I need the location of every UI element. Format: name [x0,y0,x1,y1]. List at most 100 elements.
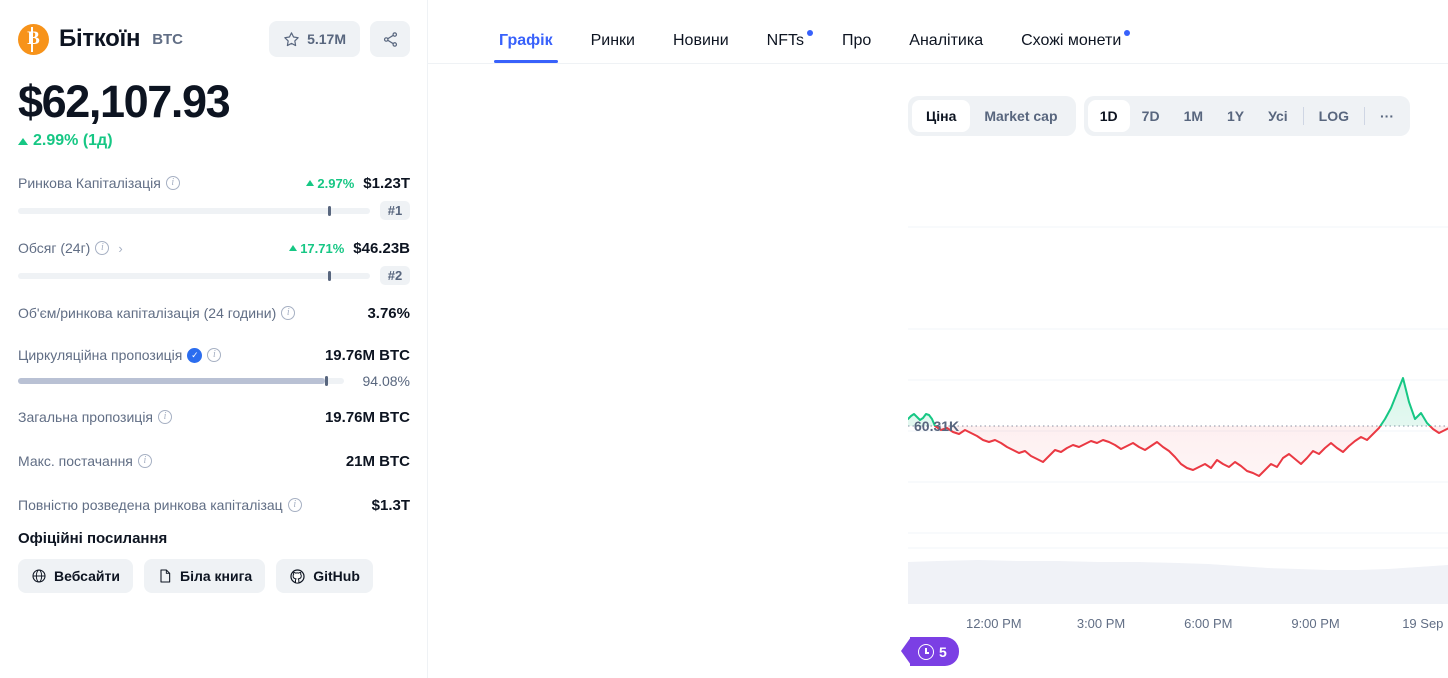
stat-market-cap-value: $1.23T [363,174,410,192]
notification-dot-icon [1124,30,1131,36]
info-icon[interactable]: i [158,410,173,425]
market-cap-rank-bar: #1 [18,201,410,221]
chart-area-down [908,426,1448,476]
stat-circulating-value: 19.76M BTC [324,346,410,364]
reference-price-label: 60.31K [914,418,960,434]
tab-nfts[interactable]: NFTs [748,30,823,63]
history-badge[interactable]: 5 [901,637,959,666]
stat-fdv-value: $1.3T [371,496,410,514]
info-icon[interactable]: i [165,176,180,191]
info-icon[interactable]: i [287,498,302,513]
price-chart[interactable] [908,176,1448,604]
stat-circulating-label: Циркуляційна пропозиція ✓ i [18,347,222,363]
star-icon [284,31,299,46]
chart-gridlines [908,226,1448,549]
price-change: 2.99% (1д) [18,132,410,150]
range-label: 1Y [1227,108,1245,124]
stat-total-supply: Загальна пропозиція i 19.76M BTC [18,406,410,428]
range-log[interactable]: LOG [1307,100,1361,132]
more-icon: ··· [1380,108,1394,124]
stat-fdv: Повністю розведена ринкова капіталізац i… [18,494,410,516]
triangle-up-icon [289,245,298,252]
metric-option-price[interactable]: Ціна [912,100,971,132]
tab-analytics[interactable]: Аналітика [890,32,1002,63]
info-icon[interactable]: i [281,306,296,321]
volume-rank-bar: #2 [18,266,410,286]
metric-selector: Ціна Market cap [908,96,1076,136]
tab-news[interactable]: Новини [654,32,748,63]
stat-max-supply-values: 21M BTC [346,453,410,470]
progress-knob [324,376,328,387]
stat-total-supply-value: 19.76M BTC [324,408,410,426]
website-link-button[interactable]: Вебсайти [18,559,133,594]
verified-badge-icon: ✓ [187,347,203,363]
stat-market-cap-label: Ринкова Капіталізація i [18,175,180,191]
triangle-up-icon [18,137,28,145]
stat-label-text: Об'єм/ринкова капіталізація (24 години) [18,305,277,322]
price-chart-svg [908,226,1448,604]
metric-option-market-cap[interactable]: Market cap [970,100,1071,132]
x-tick: 6:00 PM [1184,616,1233,631]
range-7d[interactable]: 7D [1130,100,1172,132]
stat-total-supply-label: Загальна пропозиція i [18,409,173,426]
info-icon[interactable]: i [207,348,222,363]
stat-label-text: Макс. постачання [18,453,133,470]
watchlist-button[interactable]: 5.17M [269,21,360,57]
notification-dot-icon [806,30,813,36]
coin-price: $62,107.93 [18,76,231,127]
coin-symbol: BTC [152,30,184,48]
info-icon[interactable]: i [137,454,152,469]
share-button[interactable] [370,21,410,57]
progress-bar [18,270,370,281]
document-icon [160,569,171,583]
x-tick: 9:00 PM [1291,616,1340,631]
toolbar-divider [1364,107,1365,125]
info-icon[interactable]: i [95,241,110,256]
stat-circulating-supply: Циркуляційна пропозиція ✓ i 19.76M BTC [18,344,410,366]
stat-label-text: Повністю розведена ринкова капіталізац [18,497,283,514]
stat-label-text: Загальна пропозиція [18,409,154,426]
circulating-supply-bar: 94.08% [18,373,410,389]
option-label: Market cap [984,108,1058,124]
range-1d[interactable]: 1D [1087,100,1130,132]
tab-similar-coins[interactable]: Схожі монети [1002,30,1140,63]
coin-detail-page: B Біткоїн BTC 5.17M $62,107.93 2.99% (1д… [0,0,1448,678]
progress-knob [327,270,331,281]
coin-name: Біткоїн [59,25,141,52]
market-cap-rank: #1 [380,201,410,221]
stat-max-supply: Макс. постачання i 21M BTC [18,450,410,472]
progress-bar [18,376,344,387]
whitepaper-link-button[interactable]: Біла книга [144,559,266,594]
tab-chart[interactable]: Графік [480,32,572,63]
range-1m[interactable]: 1M [1172,100,1215,132]
range-1y[interactable]: 1Y [1215,100,1256,132]
tab-label: Ринки [590,32,635,49]
range-label: 1D [1099,108,1118,124]
stat-total-supply-values: 19.76M BTC [325,409,410,426]
coin-tabs: Графік Ринки Новини NFTs Про Аналітика С… [428,0,1448,64]
official-links: Вебсайти Біла книга GitHub [18,559,410,594]
tab-label: Схожі монети [1021,32,1122,49]
coin-statistics: Ринкова Капіталізація i 2.97% $1.23T #1 [18,172,410,516]
option-label: Ціна [926,108,957,124]
progress-bar [18,205,370,216]
tab-markets[interactable]: Ринки [572,32,654,63]
chart-more-options-button[interactable]: ··· [1368,100,1406,132]
x-tick: 12:00 PM [965,616,1022,631]
github-link-button[interactable]: GitHub [276,559,373,594]
whitepaper-link-label: Біла книга [180,568,253,585]
stat-circulating-values: 19.76M BTC [325,347,410,364]
history-clock-icon [918,643,934,660]
range-all[interactable]: Усі [1256,100,1300,132]
stat-vol-mcap-value: 3.76% [367,304,410,322]
tab-about[interactable]: Про [823,32,890,63]
website-link-label: Вебсайти [54,568,120,585]
chart-toolbar: Ціна Market cap 1D 7D 1M 1Y Усі LOG ··· [428,96,1448,138]
pct-text: 17.71% [300,240,345,256]
globe-icon [32,569,46,583]
chevron-right-icon[interactable]: › [118,241,122,256]
stat-fdv-values: $1.3T [372,497,410,514]
stat-vol-mcap-label: Об'єм/ринкова капіталізація (24 години) … [18,305,296,322]
circulating-supply-percent: 94.08% [362,373,410,390]
bitcoin-icon: B [18,23,49,55]
